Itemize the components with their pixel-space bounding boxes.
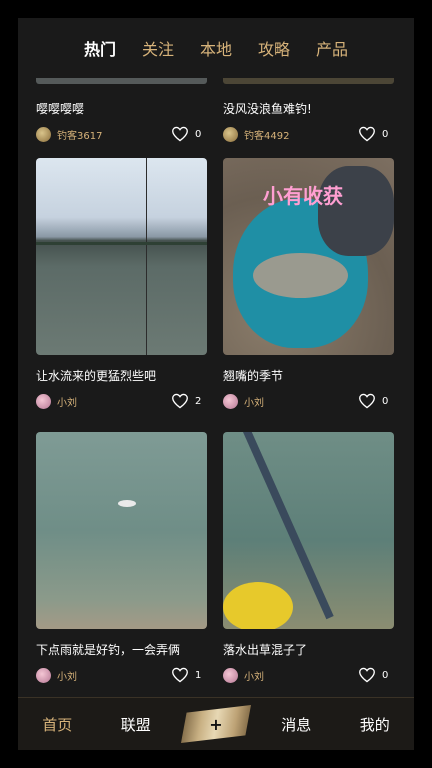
post-image[interactable] bbox=[36, 432, 207, 629]
avatar bbox=[36, 393, 51, 409]
top-tabs: 热门 关注 本地 攻略 产品 bbox=[18, 18, 414, 78]
card-image-partial[interactable] bbox=[36, 78, 207, 84]
add-post-button[interactable]: + bbox=[181, 705, 251, 743]
post-card[interactable]: 让水流来的更猛烈些吧 小刘 2 bbox=[36, 158, 207, 410]
card-image-partial[interactable] bbox=[223, 78, 394, 84]
plus-icon: + bbox=[209, 714, 223, 734]
heart-icon[interactable] bbox=[358, 667, 376, 683]
post-title: 下点雨就是好钓，一会弄俩 bbox=[36, 643, 181, 657]
post-meta: 钓客4492 0 bbox=[223, 125, 394, 143]
avatar bbox=[223, 126, 238, 142]
nav-league[interactable]: 联盟 bbox=[97, 714, 176, 735]
author-name: 小刘 bbox=[244, 671, 264, 683]
post-image[interactable]: 小有收获 bbox=[223, 158, 394, 355]
post-title: 嘤嘤嘤嘤 bbox=[36, 102, 85, 116]
author-name: 小刘 bbox=[57, 397, 77, 409]
post-title: 让水流来的更猛烈些吧 bbox=[36, 369, 157, 383]
author-name: 小刘 bbox=[57, 671, 77, 683]
avatar bbox=[223, 667, 238, 683]
like-count: 1 bbox=[195, 669, 202, 681]
avatar bbox=[36, 126, 51, 142]
tab-hot[interactable]: 热门 bbox=[84, 36, 116, 60]
heart-icon[interactable] bbox=[358, 126, 376, 142]
bottom-nav: 首页 联盟 + 消息 我的 bbox=[18, 697, 414, 750]
like-count: 0 bbox=[382, 395, 389, 407]
post-title: 落水出草混子了 bbox=[223, 643, 308, 657]
tab-products[interactable]: 产品 bbox=[316, 36, 348, 60]
heart-icon[interactable] bbox=[171, 393, 189, 409]
author-name: 钓客4492 bbox=[244, 130, 290, 142]
tab-local[interactable]: 本地 bbox=[200, 36, 232, 60]
post-meta: 钓客3617 0 bbox=[36, 125, 207, 143]
post-card[interactable]: 下点雨就是好钓，一会弄俩 小刘 1 bbox=[36, 432, 207, 684]
heart-icon[interactable] bbox=[358, 393, 376, 409]
tab-follow[interactable]: 关注 bbox=[142, 36, 174, 60]
avatar bbox=[36, 667, 51, 683]
like-count: 0 bbox=[382, 669, 389, 681]
post-meta: 小刘 0 bbox=[223, 666, 394, 684]
post-title: 翘嘴的季节 bbox=[223, 369, 284, 383]
app-screen: 热门 关注 本地 攻略 产品 嘤嘤嘤嘤 钓客3617 0 没风没浪鱼难钓! 钓客… bbox=[18, 18, 414, 750]
like-count: 0 bbox=[382, 128, 389, 140]
avatar bbox=[223, 393, 238, 409]
post-card[interactable]: 小有收获 翘嘴的季节 小刘 0 bbox=[223, 158, 394, 410]
post-card[interactable]: 落水出草混子了 小刘 0 bbox=[223, 432, 394, 684]
nav-home[interactable]: 首页 bbox=[18, 714, 97, 735]
nav-messages[interactable]: 消息 bbox=[257, 714, 336, 735]
image-caption: 小有收获 bbox=[263, 184, 343, 208]
like-count: 0 bbox=[195, 128, 202, 140]
post-card[interactable]: 没风没浪鱼难钓! 钓客4492 0 bbox=[223, 88, 394, 143]
post-meta: 小刘 1 bbox=[36, 666, 207, 684]
feed: 嘤嘤嘤嘤 钓客3617 0 没风没浪鱼难钓! 钓客4492 0 让水流来的更猛烈… bbox=[18, 78, 414, 698]
author-name: 小刘 bbox=[244, 397, 264, 409]
post-image[interactable] bbox=[36, 158, 207, 355]
like-count: 2 bbox=[195, 395, 202, 407]
heart-icon[interactable] bbox=[171, 126, 189, 142]
post-meta: 小刘 2 bbox=[36, 392, 207, 410]
tab-guide[interactable]: 攻略 bbox=[258, 36, 290, 60]
post-card[interactable]: 嘤嘤嘤嘤 钓客3617 0 bbox=[36, 88, 207, 143]
post-title: 没风没浪鱼难钓! bbox=[223, 102, 312, 116]
post-meta: 小刘 0 bbox=[223, 392, 394, 410]
author-name: 钓客3617 bbox=[57, 130, 103, 142]
heart-icon[interactable] bbox=[171, 667, 189, 683]
nav-me[interactable]: 我的 bbox=[336, 714, 415, 735]
post-image[interactable] bbox=[223, 432, 394, 629]
